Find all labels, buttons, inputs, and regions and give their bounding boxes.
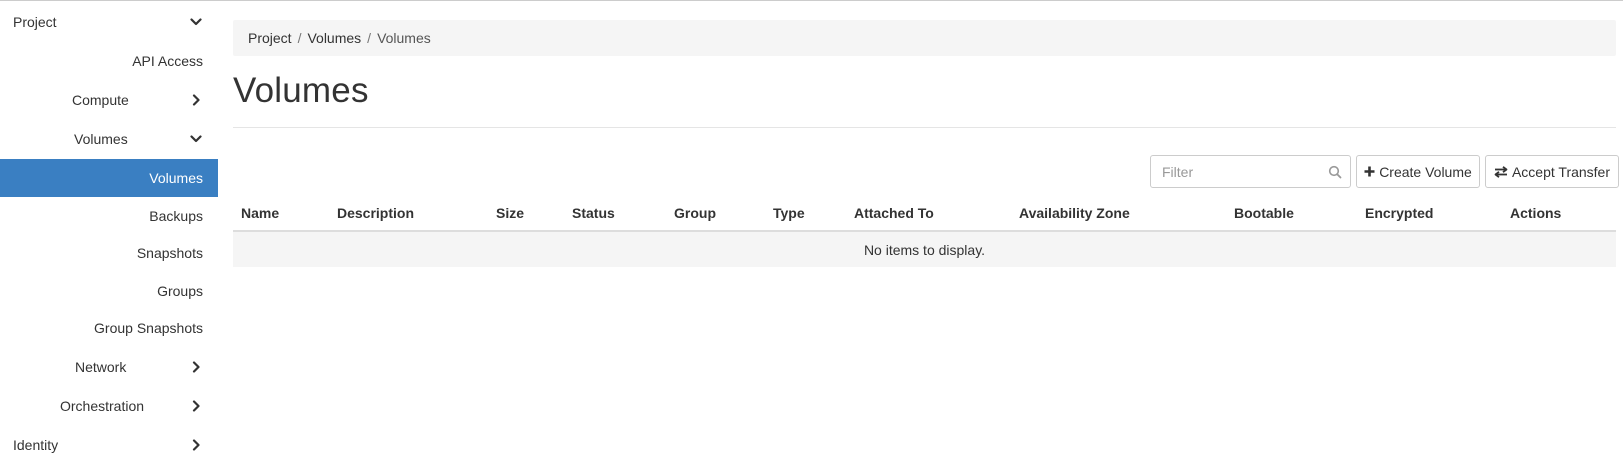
title-divider <box>233 127 1616 128</box>
sidebar-item-api-access[interactable]: API Access <box>0 42 218 80</box>
page-title: Volumes <box>233 71 369 110</box>
exchange-icon <box>1494 165 1508 178</box>
sidebar-item-label: Backups <box>149 208 203 224</box>
breadcrumb-separator: / <box>367 30 372 46</box>
sidebar-item-volumes[interactable]: Volumes <box>0 159 218 197</box>
column-header-description[interactable]: Description <box>337 205 414 221</box>
sidebar-item-label: Snapshots <box>136 245 203 261</box>
sidebar-item-snapshots[interactable]: Snapshots <box>0 234 218 272</box>
sidebar-item-volumes-group[interactable]: Volumes <box>0 120 218 158</box>
sidebar: Project API Access Compute Volumes Volum… <box>0 1 218 463</box>
column-header-status[interactable]: Status <box>572 205 615 221</box>
sidebar-item-label: Project <box>13 14 57 30</box>
empty-message: No items to display. <box>863 241 986 258</box>
chevron-right-icon <box>190 400 202 412</box>
sidebar-item-label: Groups <box>157 283 203 299</box>
chevron-down-icon <box>190 16 202 28</box>
column-header-actions: Actions <box>1510 205 1562 221</box>
sidebar-item-groups[interactable]: Groups <box>0 272 218 310</box>
accept-transfer-label: Accept Transfer <box>1511 163 1611 180</box>
accept-transfer-button[interactable]: Accept Transfer <box>1485 155 1619 188</box>
filter-field[interactable] <box>1150 155 1351 188</box>
column-header-group[interactable]: Group <box>674 205 716 221</box>
breadcrumb-current: Volumes <box>377 30 431 46</box>
table-empty-row: No items to display. <box>233 232 1616 267</box>
chevron-right-icon <box>190 439 202 451</box>
breadcrumb: Project / Volumes / Volumes <box>233 20 1616 56</box>
sidebar-item-compute[interactable]: Compute <box>0 81 218 119</box>
sidebar-item-label: Identity <box>13 437 59 453</box>
sidebar-item-network[interactable]: Network <box>0 348 218 386</box>
column-header-name[interactable]: Name <box>241 205 279 221</box>
column-header-availability-zone[interactable]: Availability Zone <box>1019 205 1130 221</box>
sidebar-item-orchestration[interactable]: Orchestration <box>0 387 218 425</box>
search-icon[interactable] <box>1328 165 1342 179</box>
column-header-encrypted[interactable]: Encrypted <box>1365 205 1433 221</box>
column-header-type[interactable]: Type <box>773 205 805 221</box>
breadcrumb-separator: / <box>297 30 302 46</box>
breadcrumb-volumes-group[interactable]: Volumes <box>307 30 361 46</box>
column-header-bootable[interactable]: Bootable <box>1234 205 1294 221</box>
chevron-right-icon <box>190 361 202 373</box>
create-volume-label: Create Volume <box>1379 163 1472 180</box>
chevron-right-icon <box>190 94 202 106</box>
filter-input[interactable] <box>1151 156 1321 187</box>
sidebar-item-label: Compute <box>72 92 129 108</box>
create-volume-button[interactable]: Create Volume <box>1356 155 1480 188</box>
sidebar-item-label: Orchestration <box>60 398 145 414</box>
sidebar-item-label: Volumes <box>74 131 128 147</box>
sidebar-item-label: Network <box>75 359 127 375</box>
column-header-size[interactable]: Size <box>496 205 524 221</box>
column-header-attached-to[interactable]: Attached To <box>854 205 934 221</box>
sidebar-item-label: API Access <box>132 53 203 69</box>
sidebar-item-label: Volumes <box>149 170 203 186</box>
sidebar-item-label: Group Snapshots <box>94 320 203 336</box>
plus-icon <box>1364 166 1375 177</box>
sidebar-item-group-snapshots[interactable]: Group Snapshots <box>0 309 218 347</box>
breadcrumb-project[interactable]: Project <box>248 30 292 46</box>
sidebar-item-identity[interactable]: Identity <box>0 426 218 463</box>
sidebar-item-backups[interactable]: Backups <box>0 197 218 235</box>
chevron-down-icon <box>190 133 202 145</box>
sidebar-item-project[interactable]: Project <box>0 3 218 41</box>
table-header: Name Description Size Status Group Type … <box>233 194 1616 232</box>
